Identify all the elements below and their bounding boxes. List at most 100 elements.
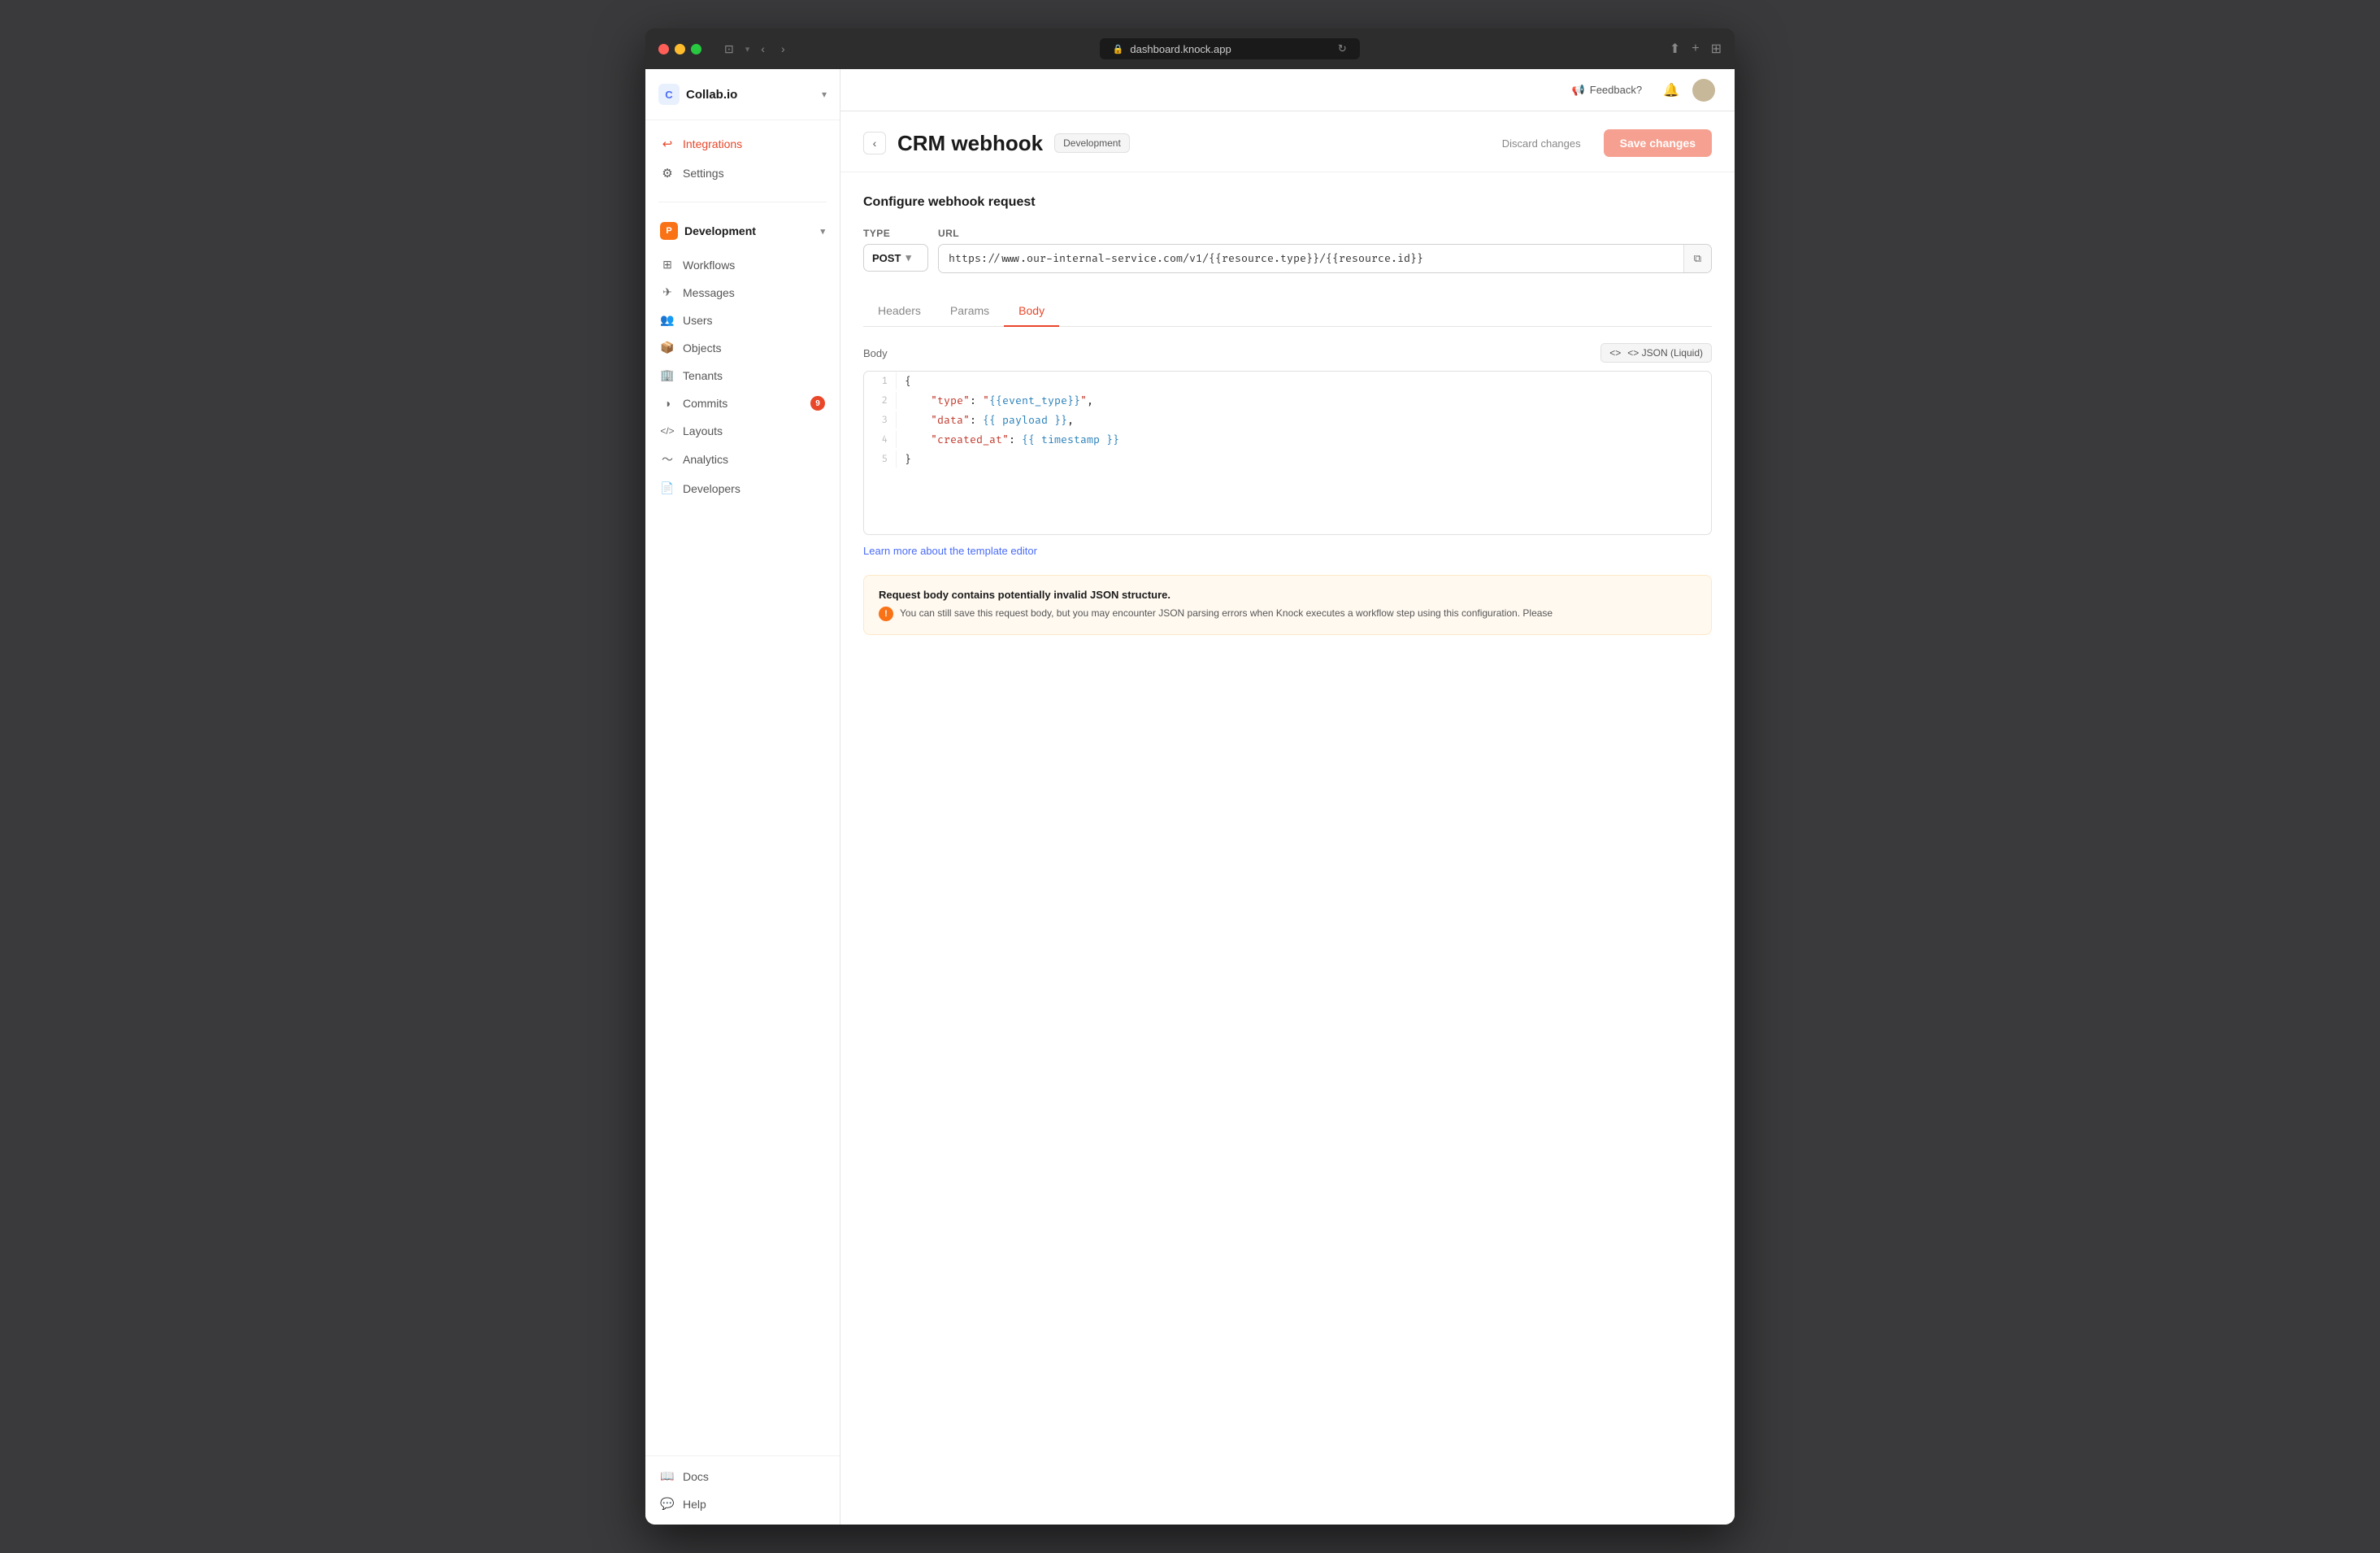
reload-icon[interactable]: ↻ bbox=[1338, 42, 1347, 55]
layouts-icon: </> bbox=[660, 425, 675, 437]
sidebar-item-settings[interactable]: ⚙ Settings bbox=[652, 159, 833, 187]
address-bar-input[interactable]: 🔒 dashboard.knock.app ↻ bbox=[1100, 38, 1360, 59]
warning-box: Request body contains potentially invali… bbox=[863, 575, 1712, 635]
developers-icon: 📄 bbox=[660, 481, 675, 495]
sidebar-item-analytics[interactable]: 〜 Analytics bbox=[652, 445, 833, 474]
sidebar-brand[interactable]: C Collab.io bbox=[658, 84, 737, 105]
type-label: Type bbox=[863, 228, 928, 239]
request-config: Configure webhook request Type POST ▾ UR… bbox=[863, 195, 1712, 273]
forward-navigation-button[interactable]: › bbox=[776, 41, 790, 57]
env-icon: P bbox=[660, 222, 678, 240]
sidebar-item-help[interactable]: 💬 Help bbox=[652, 1490, 833, 1517]
sidebar-items: ⊞ Workflows ✈ Messages 👥 Users 📦 Objects… bbox=[645, 250, 840, 504]
code-line-1: 1 { bbox=[864, 372, 1711, 391]
developers-label: Developers bbox=[683, 482, 740, 495]
warning-text: You can still save this request body, bu… bbox=[900, 606, 1553, 620]
environment-badge: Development bbox=[1054, 133, 1130, 153]
sidebar-item-integrations[interactable]: ↩ Integrations bbox=[652, 130, 833, 158]
browser-actions: ⬆ + ⊞ bbox=[1670, 41, 1722, 57]
help-label: Help bbox=[683, 1498, 706, 1511]
sidebar-item-users[interactable]: 👥 Users bbox=[652, 307, 833, 333]
lock-icon: 🔒 bbox=[1113, 44, 1124, 54]
type-field-group: Type POST ▾ bbox=[863, 228, 928, 272]
sidebar-toggle-icon[interactable]: ⊡ bbox=[719, 41, 739, 58]
integrations-label: Integrations bbox=[683, 137, 742, 150]
env-header[interactable]: P Development ▾ bbox=[652, 215, 833, 246]
back-button[interactable]: ‹ bbox=[863, 132, 886, 154]
warning-title: Request body contains potentially invali… bbox=[879, 589, 1696, 601]
commits-badge: 9 bbox=[810, 396, 825, 411]
page-header-right: Discard changes Save changes bbox=[1489, 129, 1712, 157]
messages-icon: ✈ bbox=[660, 285, 675, 299]
commits-badge-count: 9 bbox=[810, 396, 825, 411]
brand-icon: C bbox=[658, 84, 680, 105]
sidebar-item-layouts[interactable]: </> Layouts bbox=[652, 418, 833, 444]
url-copy-button[interactable]: ⧉ bbox=[1683, 245, 1711, 272]
share-icon[interactable]: ⬆ bbox=[1670, 41, 1680, 57]
code-line-5: 5 } bbox=[864, 450, 1711, 469]
method-value: POST bbox=[872, 252, 901, 264]
fullscreen-button[interactable] bbox=[691, 44, 701, 54]
format-label: <> JSON (Liquid) bbox=[1627, 347, 1703, 359]
method-select[interactable]: POST ▾ bbox=[863, 244, 928, 272]
sidebar-item-tenants[interactable]: 🏢 Tenants bbox=[652, 362, 833, 389]
method-chevron-icon: ▾ bbox=[906, 251, 911, 264]
analytics-icon: 〜 bbox=[660, 451, 675, 468]
users-label: Users bbox=[683, 314, 713, 327]
url-input[interactable] bbox=[939, 245, 1683, 272]
address-bar: 🔒 dashboard.knock.app ↻ bbox=[800, 38, 1660, 59]
back-navigation-button[interactable]: ‹ bbox=[756, 41, 770, 57]
sidebar-bottom: 📖 Docs 💬 Help bbox=[645, 1455, 840, 1525]
sidebar-item-messages[interactable]: ✈ Messages bbox=[652, 279, 833, 306]
docs-icon: 📖 bbox=[660, 1469, 675, 1483]
tab-body[interactable]: Body bbox=[1004, 296, 1059, 327]
json-format-badge[interactable]: <> <> JSON (Liquid) bbox=[1600, 343, 1712, 363]
objects-label: Objects bbox=[683, 341, 721, 355]
sidebar-nav-top: ↩ Integrations ⚙ Settings bbox=[645, 120, 840, 198]
code-line-2: 2 "type": "{{event_type}}", bbox=[864, 391, 1711, 411]
tab-params[interactable]: Params bbox=[936, 296, 1004, 327]
notification-bell-icon[interactable]: 🔔 bbox=[1663, 82, 1679, 98]
analytics-label: Analytics bbox=[683, 453, 728, 466]
minimize-button[interactable] bbox=[675, 44, 685, 54]
env-chevron-icon: ▾ bbox=[820, 226, 825, 237]
body-label: Body bbox=[863, 347, 888, 359]
save-changes-button[interactable]: Save changes bbox=[1604, 129, 1712, 157]
template-editor-link[interactable]: Learn more about the template editor bbox=[863, 545, 1037, 557]
env-name: Development bbox=[684, 224, 756, 237]
url-text: dashboard.knock.app bbox=[1130, 43, 1231, 55]
chevron-down-icon: ▾ bbox=[745, 44, 750, 54]
feedback-button[interactable]: 📢 Feedback? bbox=[1564, 79, 1651, 102]
layouts-label: Layouts bbox=[683, 424, 723, 437]
code-icon: <> bbox=[1609, 347, 1621, 359]
page-header: ‹ CRM webhook Development Discard change… bbox=[840, 111, 1735, 172]
sidebar-item-developers[interactable]: 📄 Developers bbox=[652, 475, 833, 502]
sidebar-item-objects[interactable]: 📦 Objects bbox=[652, 334, 833, 361]
warning-exclamation: ! bbox=[884, 607, 888, 621]
tabs-overview-icon[interactable]: ⊞ bbox=[1711, 41, 1722, 57]
close-button[interactable] bbox=[658, 44, 669, 54]
commits-label: Commits bbox=[683, 397, 727, 410]
new-tab-icon[interactable]: + bbox=[1692, 41, 1699, 56]
sidebar-item-docs[interactable]: 📖 Docs bbox=[652, 1463, 833, 1490]
discard-changes-button[interactable]: Discard changes bbox=[1489, 131, 1594, 156]
messages-label: Messages bbox=[683, 286, 735, 299]
feedback-label: Feedback? bbox=[1590, 84, 1642, 96]
url-field-group: URL ⧉ bbox=[938, 228, 1712, 273]
code-line-3: 3 "data": {{ payload }}, bbox=[864, 411, 1711, 430]
tab-headers[interactable]: Headers bbox=[863, 296, 936, 327]
code-lines: 1 { 2 "type": "{{event_type}}", 3 "data"… bbox=[864, 372, 1711, 534]
sidebar-item-workflows[interactable]: ⊞ Workflows bbox=[652, 251, 833, 278]
page-header-left: ‹ CRM webhook Development bbox=[863, 131, 1130, 156]
code-editor[interactable]: 1 { 2 "type": "{{event_type}}", 3 "data"… bbox=[863, 371, 1712, 535]
integrations-icon: ↩ bbox=[660, 137, 675, 151]
sidebar: C Collab.io ▾ ↩ Integrations ⚙ Settings bbox=[645, 69, 840, 1525]
tenants-label: Tenants bbox=[683, 369, 723, 382]
page-title: CRM webhook bbox=[897, 131, 1043, 156]
settings-icon: ⚙ bbox=[660, 166, 675, 181]
brand-chevron-icon[interactable]: ▾ bbox=[822, 89, 827, 100]
tabs: Headers Params Body bbox=[863, 296, 1712, 327]
avatar[interactable] bbox=[1692, 79, 1715, 102]
env-section: P Development ▾ bbox=[645, 206, 840, 250]
sidebar-item-commits[interactable]: ◑ Commits 9 bbox=[652, 389, 833, 417]
